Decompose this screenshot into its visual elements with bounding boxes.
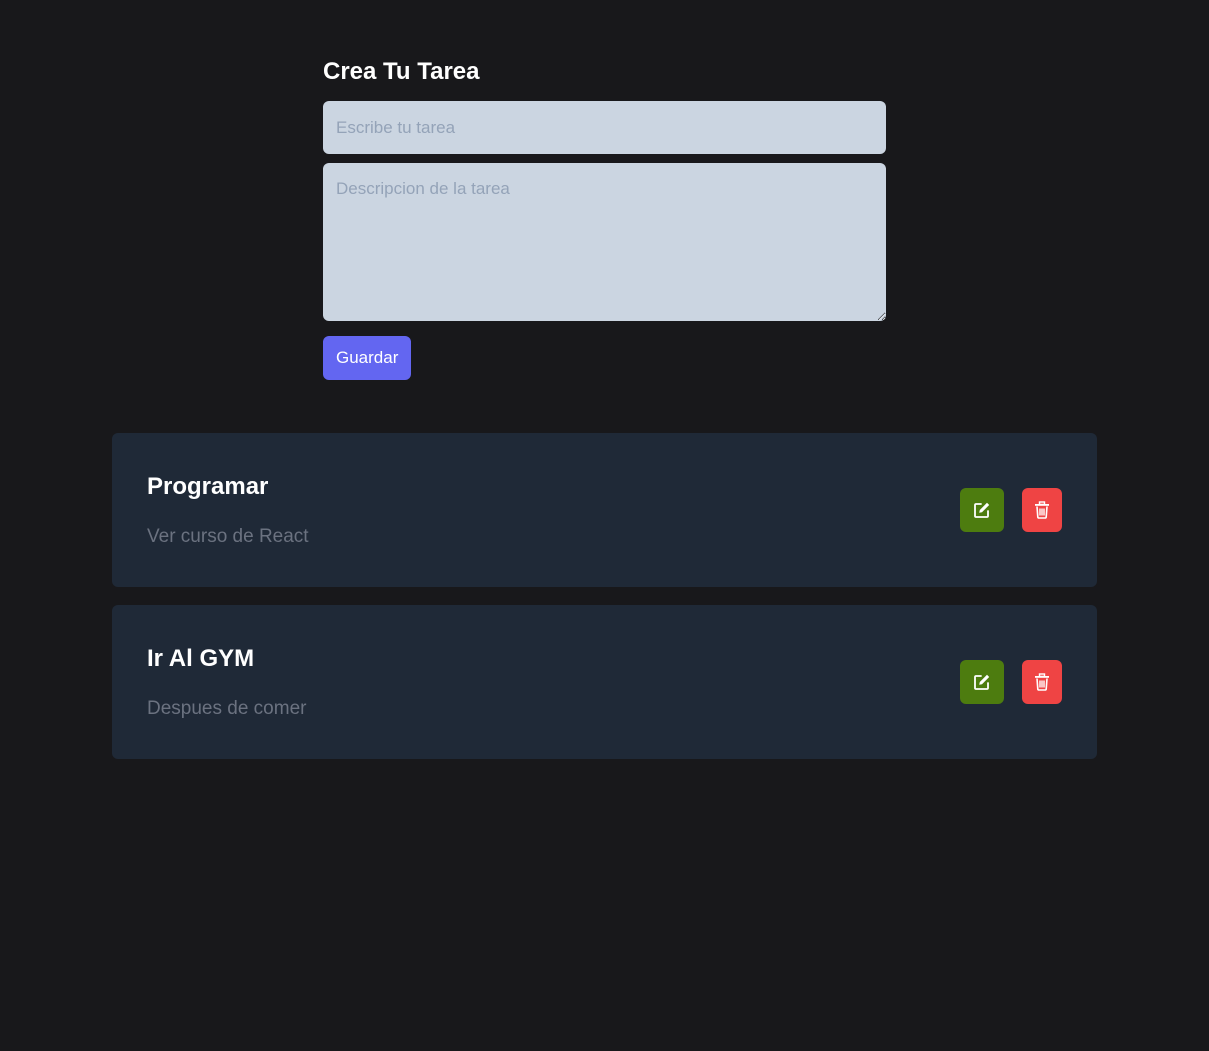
trash-icon (1034, 501, 1050, 519)
edit-icon (973, 673, 991, 691)
edit-task-button[interactable] (960, 488, 1004, 532)
task-list: Programar Ver curso de React Ir Al GYM D… (112, 433, 1097, 777)
form-title: Crea Tu Tarea (323, 58, 480, 85)
delete-task-button[interactable] (1022, 488, 1062, 532)
edit-task-button[interactable] (960, 660, 1004, 704)
task-title: Programar (147, 473, 269, 500)
task-card: Programar Ver curso de React (112, 433, 1097, 587)
trash-icon (1034, 673, 1050, 691)
edit-icon (973, 501, 991, 519)
save-button[interactable]: Guardar (323, 336, 412, 380)
task-title: Ir Al GYM (147, 645, 255, 672)
task-title-input[interactable] (323, 101, 886, 154)
task-description-input[interactable] (323, 163, 886, 321)
task-description: Despues de comer (147, 698, 307, 719)
delete-task-button[interactable] (1022, 660, 1062, 704)
task-form: Crea Tu Tarea Guardar (323, 56, 886, 380)
task-card: Ir Al GYM Despues de comer (112, 605, 1097, 759)
task-description: Ver curso de React (147, 526, 309, 547)
